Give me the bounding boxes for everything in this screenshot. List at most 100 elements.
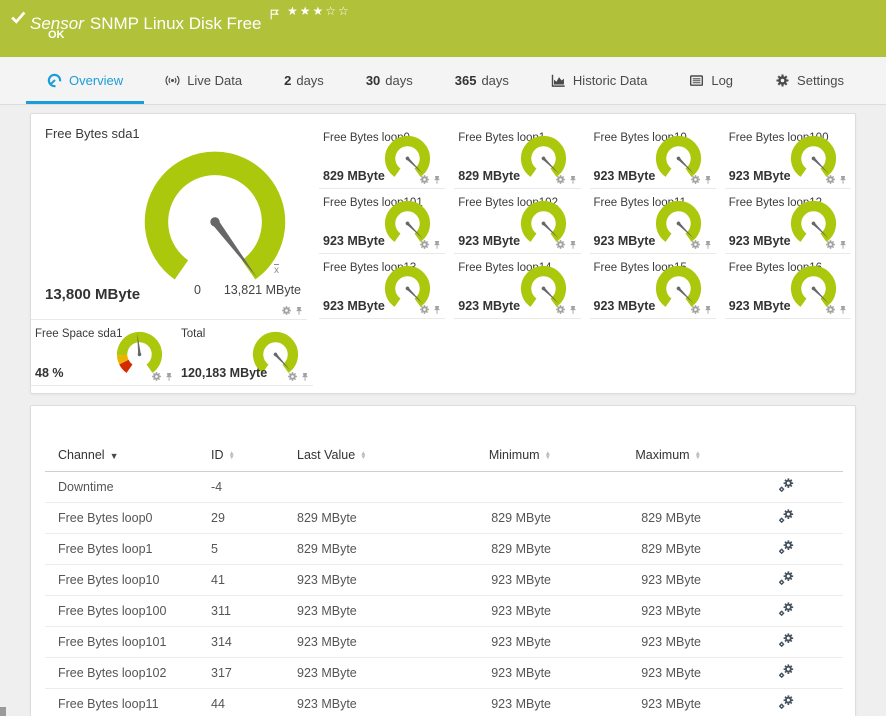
tab-live-data[interactable]: Live Data <box>144 57 263 104</box>
tab-365-days[interactable]: 365days <box>434 57 530 104</box>
gear-icon[interactable] <box>825 239 836 250</box>
gauge-title: Free Space sda1 <box>35 328 123 340</box>
sort-desc-icon: ▼ <box>110 451 119 461</box>
table-row-loop11[interactable]: Free Bytes loop11 44 923 MByte 923 MByte… <box>45 689 843 716</box>
column-header-maximum[interactable]: Maximum▲▼ <box>551 442 701 472</box>
pin-icon[interactable] <box>838 305 848 315</box>
gear-icon[interactable] <box>690 174 701 185</box>
channel-settings-icon[interactable] <box>778 571 795 586</box>
cell-maximum: 923 MByte <box>551 596 701 627</box>
cell-id: 317 <box>211 658 297 689</box>
gauge-value: 13,800 MByte <box>45 286 140 303</box>
column-header-id[interactable]: ID▲▼ <box>211 442 297 472</box>
tab-label: days <box>385 73 412 88</box>
pin-icon[interactable] <box>432 175 442 185</box>
sort-icon: ▲▼ <box>360 452 366 460</box>
stars-empty-icon[interactable]: ☆☆ <box>325 4 351 18</box>
cell-channel: Free Bytes loop102 <box>45 658 211 689</box>
cell-minimum: 829 MByte <box>465 534 551 565</box>
tab-2-days[interactable]: 2days <box>263 57 345 104</box>
table-row-loop1[interactable]: Free Bytes loop1 5 829 MByte 829 MByte 8… <box>45 534 843 565</box>
average-marker: x <box>274 265 279 276</box>
gear-icon[interactable] <box>555 304 566 315</box>
gauge-value: 120,183 MByte <box>181 366 267 380</box>
cell-maximum: 829 MByte <box>551 534 701 565</box>
gauge-cell-loop11: Free Bytes loop11 923 MByte <box>590 189 716 254</box>
column-label: Maximum <box>635 448 689 462</box>
gear-icon[interactable] <box>825 304 836 315</box>
tab-30-days[interactable]: 30days <box>345 57 434 104</box>
column-header-minimum[interactable]: Minimum ▲▼ <box>465 442 551 472</box>
channel-settings-icon[interactable] <box>778 540 795 555</box>
pin-icon[interactable] <box>703 175 713 185</box>
pin-icon[interactable] <box>568 240 578 250</box>
pin-icon[interactable] <box>838 240 848 250</box>
gauge-value: 923 MByte <box>594 234 656 248</box>
tab-log[interactable]: Log <box>668 57 754 104</box>
tab-label: Log <box>711 73 733 88</box>
column-label: Last Value <box>297 448 355 462</box>
pin-icon[interactable] <box>568 175 578 185</box>
gear-icon[interactable] <box>555 174 566 185</box>
pin-icon[interactable] <box>432 240 442 250</box>
pin-icon[interactable] <box>838 175 848 185</box>
tab-label: Settings <box>797 73 844 88</box>
table-row-loop102[interactable]: Free Bytes loop102 317 923 MByte 923 MBy… <box>45 658 843 689</box>
cell-id: 41 <box>211 565 297 596</box>
cell-maximum: 923 MByte <box>551 565 701 596</box>
pin-icon[interactable] <box>300 372 310 382</box>
sensor-header: SensorSNMP Linux Disk Free ★★★☆☆ OK <box>0 0 886 57</box>
sensor-title: SNMP Linux Disk Free <box>90 14 262 33</box>
column-header-last-value[interactable]: Last Value ▲▼ <box>297 442 465 472</box>
table-row-loop101[interactable]: Free Bytes loop101 314 923 MByte 923 MBy… <box>45 627 843 658</box>
gear-icon[interactable] <box>825 174 836 185</box>
channel-settings-icon[interactable] <box>778 695 795 710</box>
gear-icon[interactable] <box>287 371 298 382</box>
gauge-title: Total <box>181 328 205 340</box>
channel-settings-icon[interactable] <box>778 478 795 493</box>
cell-id: 29 <box>211 503 297 534</box>
gear-icon[interactable] <box>419 304 430 315</box>
priority-stars[interactable]: ★★★☆☆ <box>287 4 351 18</box>
table-row-downtime[interactable]: Downtime -4 <box>45 472 843 503</box>
column-label: Minimum <box>489 448 540 462</box>
table-row-loop0[interactable]: Free Bytes loop0 29 829 MByte 829 MByte … <box>45 503 843 534</box>
cell-last-value: 923 MByte <box>297 596 465 627</box>
gauge-value: 923 MByte <box>458 234 520 248</box>
pin-icon[interactable] <box>432 305 442 315</box>
gear-icon[interactable] <box>151 371 162 382</box>
gauge-value: 923 MByte <box>594 169 656 183</box>
table-row-loop100[interactable]: Free Bytes loop100 311 923 MByte 923 MBy… <box>45 596 843 627</box>
cell-channel: Free Bytes loop0 <box>45 503 211 534</box>
gear-icon[interactable] <box>555 239 566 250</box>
gauge-value: 829 MByte <box>458 169 520 183</box>
gear-icon[interactable] <box>690 239 701 250</box>
gear-icon[interactable] <box>690 304 701 315</box>
gear-icon[interactable] <box>419 174 430 185</box>
free-space-gauge-cell: Free Space sda1 48 % <box>31 320 177 386</box>
channel-settings-icon[interactable] <box>778 509 795 524</box>
tab-label: Overview <box>69 73 123 88</box>
tab-historic-data[interactable]: Historic Data <box>530 57 668 104</box>
pin-icon[interactable] <box>703 240 713 250</box>
cell-minimum <box>465 472 551 503</box>
pin-icon[interactable] <box>703 305 713 315</box>
pin-icon[interactable] <box>294 306 304 316</box>
channel-settings-icon[interactable] <box>778 633 795 648</box>
gauge-cell-loop100: Free Bytes loop100 923 MByte <box>725 124 851 189</box>
tab-overview[interactable]: Overview <box>26 57 144 104</box>
tab-settings[interactable]: Settings <box>754 57 865 104</box>
column-label: ID <box>211 448 224 462</box>
sort-icon: ▲▼ <box>545 452 551 460</box>
table-row-loop10[interactable]: Free Bytes loop10 41 923 MByte 923 MByte… <box>45 565 843 596</box>
column-header-channel[interactable]: Channel▼ <box>45 442 211 472</box>
channel-settings-icon[interactable] <box>778 664 795 679</box>
channel-settings-icon[interactable] <box>778 602 795 617</box>
pin-icon[interactable] <box>568 305 578 315</box>
gauge-cell-loop16: Free Bytes loop16 923 MByte <box>725 254 851 319</box>
gear-icon[interactable] <box>419 239 430 250</box>
pin-icon[interactable] <box>164 372 174 382</box>
stars-filled-icon[interactable]: ★★★ <box>287 4 325 18</box>
flag-icon <box>266 5 280 24</box>
gear-icon[interactable] <box>281 305 292 316</box>
